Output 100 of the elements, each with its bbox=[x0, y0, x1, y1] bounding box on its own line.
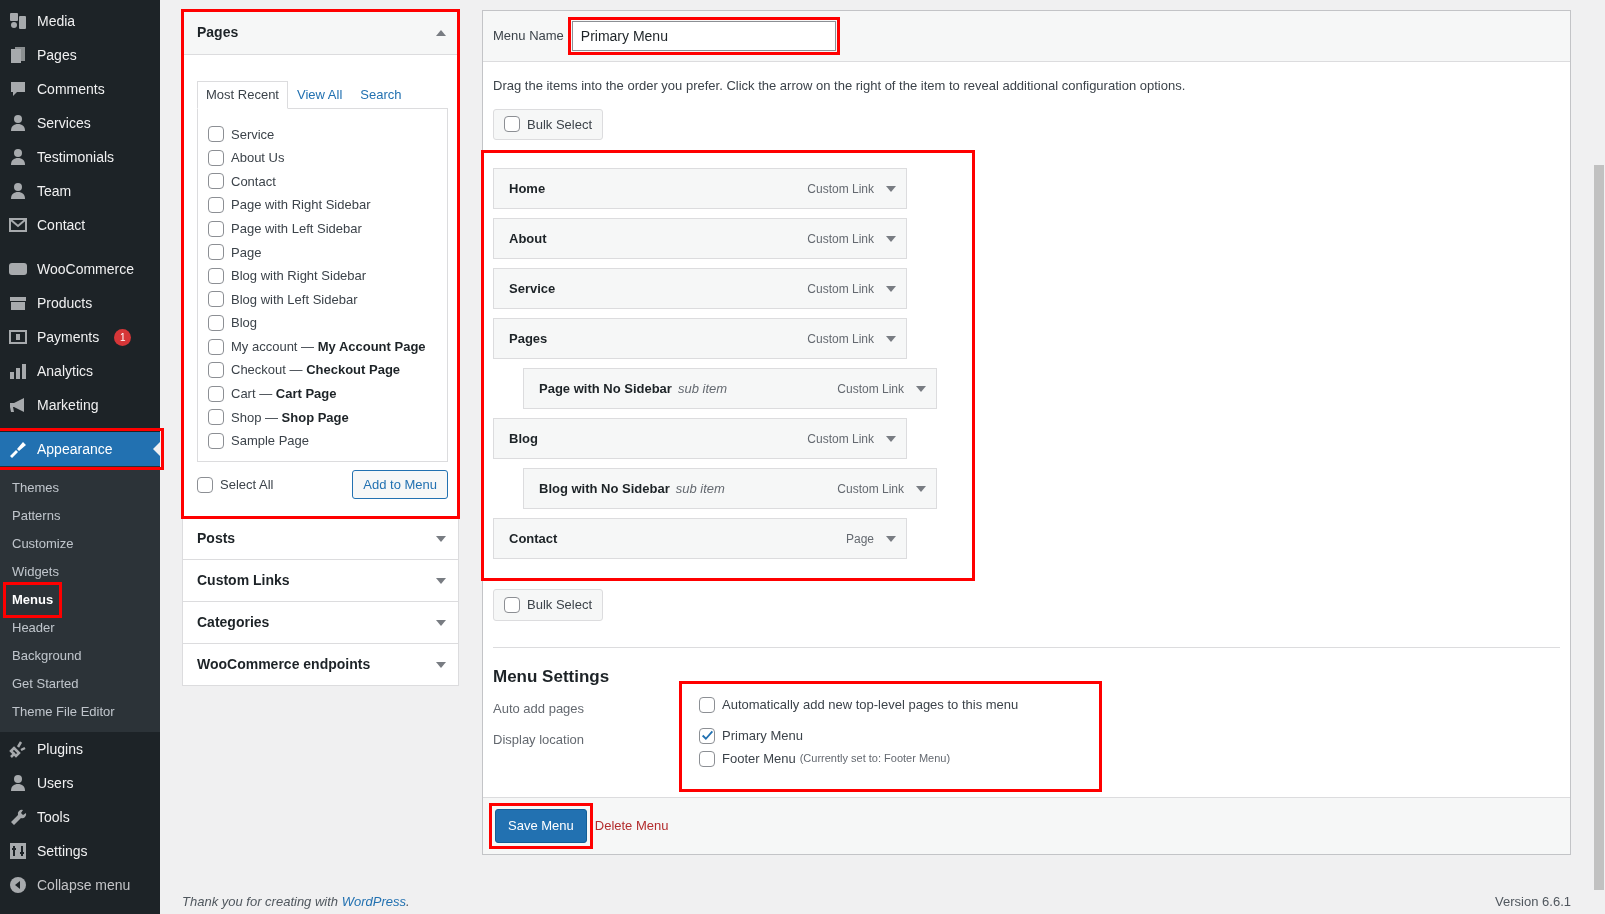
accordion-header[interactable]: Categories bbox=[183, 601, 458, 644]
scrollbar-thumb[interactable] bbox=[1594, 165, 1604, 890]
menu-item-bar[interactable]: Page with No Sidebar sub item Custom Link bbox=[523, 368, 937, 409]
item-type: Custom Link bbox=[837, 480, 904, 498]
checkbox[interactable] bbox=[208, 291, 224, 308]
checkbox[interactable] bbox=[699, 727, 715, 744]
menu-item-bar[interactable]: Home Custom Link bbox=[493, 168, 907, 209]
submenu-item[interactable]: Patterns bbox=[7, 502, 66, 530]
accordion-header[interactable]: Pages bbox=[183, 11, 458, 55]
expand-arrow-icon[interactable] bbox=[436, 619, 446, 626]
page-label: Contact bbox=[231, 172, 276, 191]
checkbox[interactable] bbox=[504, 116, 520, 133]
item-note: sub item bbox=[677, 379, 728, 398]
sidebar-item[interactable]: Analytics bbox=[0, 354, 160, 388]
page-label: Blog with Right Sidebar bbox=[231, 267, 367, 286]
save-menu-button[interactable]: Save Menu bbox=[495, 809, 587, 843]
paintbrush-icon bbox=[8, 439, 28, 459]
bar-chart-icon bbox=[8, 361, 28, 381]
accordion-header[interactable]: Custom Links bbox=[183, 559, 458, 602]
sidebar-item[interactable]: Contact bbox=[0, 208, 160, 242]
checkbox[interactable] bbox=[208, 220, 224, 237]
section-title: Categories bbox=[197, 613, 270, 633]
expand-arrow-icon[interactable] bbox=[886, 185, 896, 192]
submenu-item[interactable]: Get Started bbox=[7, 670, 84, 698]
person-icon bbox=[8, 113, 28, 133]
sidebar-item[interactable]: Marketing bbox=[0, 388, 160, 422]
checkbox[interactable] bbox=[208, 362, 224, 379]
page-label: Page with Right Sidebar bbox=[231, 196, 371, 215]
expand-arrow-icon[interactable] bbox=[886, 235, 896, 242]
expand-arrow-icon[interactable] bbox=[916, 385, 926, 392]
section-title: Pages bbox=[197, 23, 239, 42]
menu-item-title: Service bbox=[509, 279, 556, 298]
accordion-header[interactable]: WooCommerce endpoints bbox=[183, 643, 458, 686]
checkbox[interactable] bbox=[208, 126, 224, 143]
collapse-menu-button[interactable]: Collapse menu bbox=[0, 868, 160, 902]
tab[interactable]: Most Recent bbox=[197, 81, 288, 109]
page-label: Page with Left Sidebar bbox=[231, 219, 362, 238]
checkbox[interactable] bbox=[699, 750, 715, 767]
menu-item-bar[interactable]: Contact Page bbox=[493, 518, 907, 559]
checkbox[interactable] bbox=[208, 244, 224, 261]
delete-menu-link[interactable]: Delete Menu bbox=[594, 816, 669, 836]
checkbox[interactable] bbox=[699, 696, 715, 713]
checkbox[interactable] bbox=[208, 385, 224, 402]
sidebar-item[interactable]: Services bbox=[0, 106, 160, 140]
sidebar-item[interactable]: WooCommerce bbox=[0, 252, 160, 286]
tab[interactable]: Search bbox=[351, 81, 411, 109]
expand-arrow-icon[interactable] bbox=[886, 335, 896, 342]
sidebar-item[interactable]: Tools bbox=[0, 800, 160, 834]
expand-arrow-icon[interactable] bbox=[886, 435, 896, 442]
checkbox[interactable] bbox=[208, 149, 224, 166]
item-type: Custom Link bbox=[807, 430, 874, 448]
sidebar-item[interactable]: Media bbox=[0, 4, 160, 38]
section-title: WooCommerce endpoints bbox=[197, 655, 371, 675]
menu-item-bar[interactable]: Pages Custom Link bbox=[493, 318, 907, 359]
item-type: Custom Link bbox=[807, 180, 874, 198]
checkbox[interactable] bbox=[197, 476, 213, 493]
checkbox[interactable] bbox=[208, 173, 224, 190]
tab[interactable]: View All bbox=[288, 81, 352, 109]
expand-arrow-icon[interactable] bbox=[436, 661, 446, 668]
submenu-item[interactable]: Widgets bbox=[7, 558, 64, 586]
expand-arrow-icon[interactable] bbox=[886, 535, 896, 542]
expand-arrow-icon[interactable] bbox=[436, 535, 446, 542]
collapse-arrow-icon[interactable] bbox=[436, 29, 446, 36]
add-to-menu-button[interactable]: Add to Menu bbox=[352, 469, 448, 500]
checkbox[interactable] bbox=[208, 315, 224, 332]
sidebar-item[interactable]: Payments 1 bbox=[0, 320, 160, 354]
accordion-header[interactable]: Posts bbox=[183, 517, 458, 560]
sidebar-item[interactable]: Users bbox=[0, 766, 160, 800]
expand-arrow-icon[interactable] bbox=[886, 285, 896, 292]
expand-arrow-icon[interactable] bbox=[436, 577, 446, 584]
menu-item-bar[interactable]: About Custom Link bbox=[493, 218, 907, 259]
media-icon bbox=[8, 11, 28, 31]
menu-item-bar[interactable]: Blog with No Sidebar sub item Custom Link bbox=[523, 468, 937, 509]
option-label: Footer Menu bbox=[722, 749, 796, 768]
wordpress-link[interactable]: WordPress bbox=[341, 893, 406, 909]
bulk-select-button[interactable]: Bulk Select bbox=[493, 589, 604, 621]
menu-item-bar[interactable]: Service Custom Link bbox=[493, 268, 907, 309]
bulk-select-button[interactable]: Bulk Select bbox=[493, 108, 604, 140]
menu-item-bar[interactable]: Blog Custom Link bbox=[493, 418, 907, 459]
checkbox[interactable] bbox=[208, 409, 224, 426]
checkbox[interactable] bbox=[208, 338, 224, 355]
option-label: Automatically add new top-level pages to this menu bbox=[722, 695, 1019, 714]
checkbox[interactable] bbox=[208, 433, 224, 449]
submenu-item[interactable]: Header bbox=[7, 614, 60, 642]
submenu-item[interactable]: Themes bbox=[7, 474, 64, 502]
sidebar-item[interactable]: Settings bbox=[0, 834, 160, 868]
checkbox[interactable] bbox=[504, 596, 520, 613]
sidebar-item[interactable]: Products bbox=[0, 286, 160, 320]
submenu-item[interactable]: Background bbox=[7, 642, 87, 670]
expand-arrow-icon[interactable] bbox=[916, 485, 926, 492]
checkbox[interactable] bbox=[208, 197, 224, 214]
sidebar-item[interactable]: Testimonials bbox=[0, 140, 160, 174]
sidebar-item[interactable]: Plugins bbox=[0, 732, 160, 766]
sidebar-item[interactable]: Team bbox=[0, 174, 160, 208]
instructions-text: Drag the items into the order you prefer. Click the arrow on the right of the item to reveal additional configuration options. bbox=[493, 77, 1187, 95]
submenu-item[interactable]: Customize bbox=[7, 530, 79, 558]
checkbox[interactable] bbox=[208, 267, 224, 284]
sidebar-item[interactable]: Comments bbox=[0, 72, 160, 106]
submenu-item[interactable]: Theme File Editor bbox=[7, 698, 120, 726]
sidebar-item[interactable]: Pages bbox=[0, 38, 160, 72]
